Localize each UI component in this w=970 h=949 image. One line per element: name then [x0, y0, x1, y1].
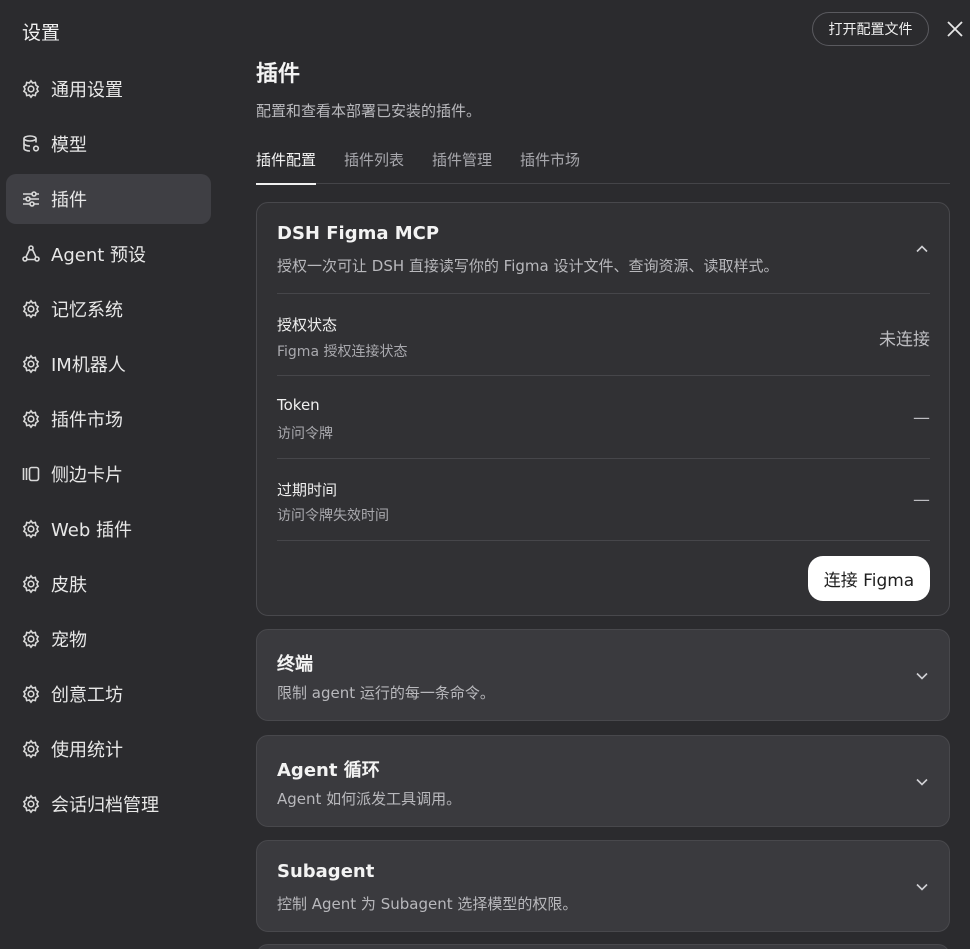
- sidebar-title: 设置: [22, 22, 61, 44]
- sliders-icon: [21, 189, 41, 209]
- page-title: 插件: [256, 62, 301, 87]
- sidebar-item-label: 皮肤: [51, 575, 87, 596]
- settings-window: 设置 通用设置 模型 插件 Agent 预设 记忆系统 IM机器人 插件市场 侧…: [0, 0, 970, 949]
- agent-icon: [21, 244, 41, 264]
- card-description: 限制 agent 运行的每一条命令。: [277, 684, 495, 702]
- sidebar-item-label: 使用统计: [51, 740, 123, 761]
- connect-figma-button[interactable]: 连接 Figma: [808, 556, 930, 601]
- auth-status-value: 未连接: [879, 330, 930, 350]
- card-description: 授权一次可让 DSH 直接读写你的 Figma 设计文件、查询资源、读取样式。: [277, 257, 779, 275]
- sidebar-item-label: Agent 预设: [51, 245, 147, 266]
- chevron-down-icon[interactable]: [915, 668, 929, 682]
- row-label: 过期时间: [277, 481, 338, 499]
- page-description: 配置和查看本部署已安装的插件。: [256, 102, 482, 120]
- row-label: Token: [277, 396, 320, 414]
- card-description: Agent 如何派发工具调用。: [277, 790, 462, 808]
- sidebar-item-plugin-market[interactable]: 插件市场: [6, 394, 211, 444]
- sidebar-item-models[interactable]: 模型: [6, 119, 211, 169]
- tab-plugin-market[interactable]: 插件市场: [520, 143, 580, 184]
- sidebar-item-label: 创意工坊: [51, 685, 123, 706]
- chevron-up-icon[interactable]: [915, 241, 929, 255]
- divider: [277, 540, 930, 541]
- gear-icon: [21, 519, 41, 539]
- auth-status-row: 授权状态 Figma 授权连接状态 未连接: [277, 293, 930, 375]
- card-title: Subagent: [277, 861, 375, 882]
- sidebar-item-label: 模型: [51, 135, 87, 156]
- sidebar-nav: 通用设置 模型 插件 Agent 预设 记忆系统 IM机器人 插件市场 侧边卡片…: [6, 64, 211, 834]
- sidebar-item-label: 宠物: [51, 630, 87, 651]
- gear-icon: [21, 409, 41, 429]
- sidebar-item-label: 通用设置: [51, 80, 123, 101]
- database-gear-icon: [21, 134, 41, 154]
- sidebar-item-label: 侧边卡片: [51, 465, 123, 486]
- sidebar-item-skins[interactable]: 皮肤: [6, 559, 211, 609]
- expiry-value: —: [913, 490, 930, 510]
- plugin-card-terminal[interactable]: 终端 限制 agent 运行的每一条命令。: [256, 629, 950, 721]
- sidebar-item-pets[interactable]: 宠物: [6, 614, 211, 664]
- chevron-down-icon[interactable]: [915, 774, 929, 788]
- sidebar-item-session-archive[interactable]: 会话归档管理: [6, 779, 211, 829]
- gear-icon: [21, 299, 41, 319]
- row-sublabel: Figma 授权连接状态: [277, 344, 408, 360]
- sidebar-item-label: IM机器人: [51, 355, 126, 376]
- tab-plugin-config[interactable]: 插件配置: [256, 143, 317, 185]
- chevron-down-icon[interactable]: [915, 879, 929, 893]
- gear-icon: [21, 739, 41, 759]
- plugin-card-partial[interactable]: [256, 944, 950, 949]
- sidebar-item-label: 会话归档管理: [51, 795, 159, 816]
- gear-icon: [21, 794, 41, 814]
- row-sublabel: 访问令牌: [277, 426, 333, 442]
- tab-bar: 插件配置 插件列表 插件管理 插件市场: [256, 143, 950, 185]
- sidebar-item-usage-stats[interactable]: 使用统计: [6, 724, 211, 774]
- sidebar-item-agent-presets[interactable]: Agent 预设: [6, 229, 211, 279]
- sidebar-item-label: Web 插件: [51, 520, 132, 541]
- card-title: Agent 循环: [277, 760, 380, 781]
- sidebar-item-workshop[interactable]: 创意工坊: [6, 669, 211, 719]
- plugin-card-agent-loop[interactable]: Agent 循环 Agent 如何派发工具调用。: [256, 735, 950, 827]
- gear-icon: [21, 684, 41, 704]
- side-panel-icon: [21, 464, 41, 484]
- card-description: 控制 Agent 为 Subagent 选择模型的权限。: [277, 895, 578, 913]
- sidebar-item-label: 插件市场: [51, 410, 123, 431]
- tab-plugin-list[interactable]: 插件列表: [344, 143, 404, 184]
- sidebar-item-label: 记忆系统: [51, 300, 123, 321]
- gear-icon: [21, 629, 41, 649]
- plugin-card-subagent[interactable]: Subagent 控制 Agent 为 Subagent 选择模型的权限。: [256, 840, 950, 932]
- sidebar-item-side-cards[interactable]: 侧边卡片: [6, 449, 211, 499]
- card-title: 终端: [277, 654, 313, 675]
- sidebar-item-plugins[interactable]: 插件: [6, 174, 211, 224]
- tab-plugin-management[interactable]: 插件管理: [432, 143, 492, 184]
- token-value: —: [913, 408, 930, 428]
- sidebar-item-label: 插件: [51, 190, 87, 211]
- plugin-card-figma: DSH Figma MCP 授权一次可让 DSH 直接读写你的 Figma 设计…: [256, 202, 950, 616]
- close-icon[interactable]: [944, 18, 966, 40]
- gear-icon: [21, 354, 41, 374]
- sidebar-item-im-bot[interactable]: IM机器人: [6, 339, 211, 389]
- gear-icon: [21, 79, 41, 99]
- row-sublabel: 访问令牌失效时间: [277, 508, 389, 524]
- sidebar-item-memory[interactable]: 记忆系统: [6, 284, 211, 334]
- row-label: 授权状态: [277, 316, 338, 334]
- gear-icon: [21, 574, 41, 594]
- token-row: Token 访问令牌 —: [277, 375, 930, 458]
- sidebar: 设置 通用设置 模型 插件 Agent 预设 记忆系统 IM机器人 插件市场 侧…: [0, 0, 220, 949]
- sidebar-item-web-plugins[interactable]: Web 插件: [6, 504, 211, 554]
- card-title: DSH Figma MCP: [277, 223, 440, 244]
- open-config-file-button[interactable]: 打开配置文件: [812, 12, 929, 46]
- sidebar-item-general[interactable]: 通用设置: [6, 64, 211, 114]
- expiry-row: 过期时间 访问令牌失效时间 —: [277, 458, 930, 540]
